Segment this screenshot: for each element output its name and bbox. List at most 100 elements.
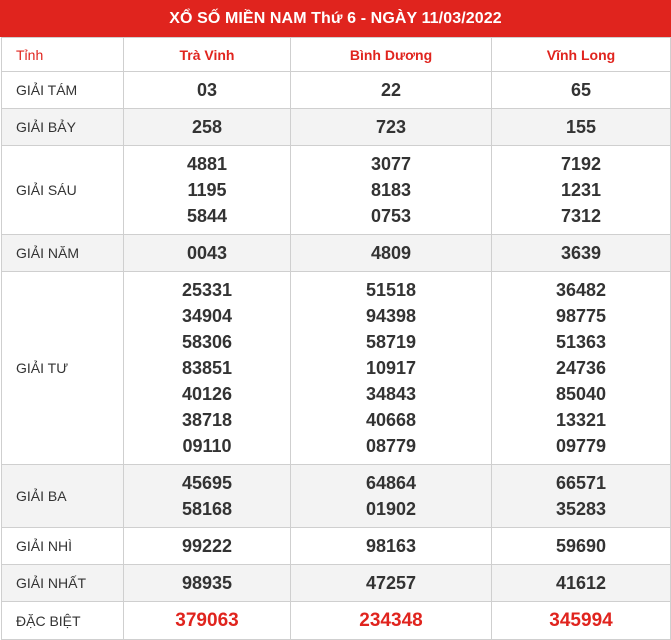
winning-number: 1231 (560, 180, 602, 200)
prize-row: GIẢI NĂM 0043 4809 3639 (1, 234, 671, 272)
province-name: Bình Dương (290, 37, 492, 72)
winning-number: 09110 (182, 436, 232, 456)
prize-cell: 379063 (123, 601, 291, 640)
prize-cell: 51518 94398 58719 10917 34843 40668 08779 (290, 271, 492, 465)
prize-cell: 234348 (290, 601, 492, 640)
winning-number: 155 (565, 117, 597, 137)
winning-number: 379063 (175, 609, 239, 631)
winning-number: 94398 (365, 306, 417, 326)
prize-name: GIẢI SÁU (1, 145, 124, 235)
prize-name: GIẢI NĂM (1, 234, 124, 272)
winning-number: 1195 (187, 180, 227, 200)
winning-number: 22 (380, 80, 402, 100)
prize-cell: 3639 (491, 234, 671, 272)
province-header-label: Tỉnh (1, 37, 124, 72)
prize-cell: 258 (123, 108, 291, 146)
prize-row: GIẢI BẢY 258 723 155 (1, 108, 671, 146)
results-table: Tỉnh Trà Vinh Bình Dương Vĩnh Long GIẢI … (1, 37, 671, 640)
winning-number: 59690 (555, 536, 607, 556)
winning-number: 35283 (555, 499, 607, 519)
prize-cell: 99222 (123, 527, 291, 565)
prize-cell: 3077 8183 0753 (290, 145, 492, 235)
winning-number: 58168 (181, 499, 233, 519)
prize-cell: 345994 (491, 601, 671, 640)
page-title: XỔ SỐ MIỀN NAM Thứ 6 - NGÀY 11/03/2022 (0, 0, 671, 37)
winning-number: 51518 (365, 280, 417, 300)
prize-cell: 47257 (290, 564, 492, 602)
winning-number: 234348 (359, 609, 423, 631)
prize-cell: 66571 35283 (491, 464, 671, 528)
prize-name: GIẢI NHÌ (1, 527, 124, 565)
prize-cell: 03 (123, 71, 291, 109)
winning-number: 345994 (549, 609, 613, 631)
prize-name: GIẢI TÁM (1, 71, 124, 109)
winning-number: 66571 (555, 473, 607, 493)
winning-number: 34904 (181, 306, 233, 326)
prize-row: GIẢI TƯ 25331 34904 58306 83851 40126 38718 091… (1, 271, 671, 465)
winning-number: 08779 (365, 436, 417, 456)
winning-number: 58719 (365, 332, 417, 352)
winning-number: 65 (570, 80, 592, 100)
winning-number: 98163 (365, 536, 417, 556)
prize-row: GIẢI NHẤT 98935 47257 41612 (1, 564, 671, 602)
prize-name: GIẢI TƯ (1, 271, 124, 465)
winning-number: 41612 (555, 573, 607, 593)
prize-cell: 25331 34904 58306 83851 40126 38718 09110 (123, 271, 291, 465)
prize-cell: 4881 1195 5844 (123, 145, 291, 235)
winning-number: 258 (191, 117, 223, 137)
winning-number: 0753 (370, 206, 412, 226)
prize-cell: 41612 (491, 564, 671, 602)
winning-number: 85040 (555, 384, 607, 404)
prize-name: GIẢI NHẤT (1, 564, 124, 602)
prize-cell: 45695 58168 (123, 464, 291, 528)
winning-number: 83851 (181, 358, 233, 378)
prize-cell: 98935 (123, 564, 291, 602)
winning-number: 4809 (370, 243, 412, 263)
prize-name: ĐẶC BIỆT (1, 601, 124, 640)
winning-number: 99222 (181, 536, 233, 556)
winning-number: 40126 (181, 384, 233, 404)
prize-cell: 4809 (290, 234, 492, 272)
winning-number: 4881 (186, 154, 228, 174)
winning-number: 24736 (555, 358, 607, 378)
winning-number: 7312 (560, 206, 602, 226)
prize-cell: 98163 (290, 527, 492, 565)
winning-number: 7192 (560, 154, 602, 174)
header-row: Tỉnh Trà Vinh Bình Dương Vĩnh Long (1, 37, 671, 72)
winning-number: 47257 (365, 573, 417, 593)
winning-number: 10917 (365, 358, 417, 378)
winning-number: 5844 (186, 206, 228, 226)
winning-number: 0043 (186, 243, 228, 263)
winning-number: 58306 (181, 332, 233, 352)
prize-name: GIẢI BẢY (1, 108, 124, 146)
winning-number: 25331 (181, 280, 233, 300)
prize-row: ĐẶC BIỆT 379063 234348 345994 (1, 601, 671, 640)
winning-number: 51363 (555, 332, 607, 352)
prize-row: GIẢI SÁU 4881 1195 5844 3077 8183 0753 7192 1231… (1, 145, 671, 235)
prize-row: GIẢI TÁM 03 22 65 (1, 71, 671, 109)
prize-row: GIẢI NHÌ 99222 98163 59690 (1, 527, 671, 565)
prize-cell: 0043 (123, 234, 291, 272)
winning-number: 09779 (555, 436, 607, 456)
winning-number: 3077 (370, 154, 412, 174)
winning-number: 34843 (365, 384, 417, 404)
prize-name: GIẢI BA (1, 464, 124, 528)
prize-cell: 723 (290, 108, 492, 146)
winning-number: 01902 (365, 499, 417, 519)
province-name: Trà Vinh (123, 37, 291, 72)
winning-number: 3639 (560, 243, 602, 263)
prize-cell: 64864 01902 (290, 464, 492, 528)
winning-number: 03 (196, 80, 218, 100)
prize-cell: 36482 98775 51363 24736 85040 13321 09779 (491, 271, 671, 465)
winning-number: 8183 (370, 180, 412, 200)
winning-number: 723 (375, 117, 407, 137)
winning-number: 64864 (365, 473, 417, 493)
prize-cell: 65 (491, 71, 671, 109)
winning-number: 40668 (365, 410, 417, 430)
winning-number: 98935 (181, 573, 233, 593)
winning-number: 45695 (181, 473, 233, 493)
winning-number: 38718 (181, 410, 233, 430)
prize-cell: 155 (491, 108, 671, 146)
winning-number: 13321 (555, 410, 607, 430)
province-name: Vĩnh Long (491, 37, 671, 72)
